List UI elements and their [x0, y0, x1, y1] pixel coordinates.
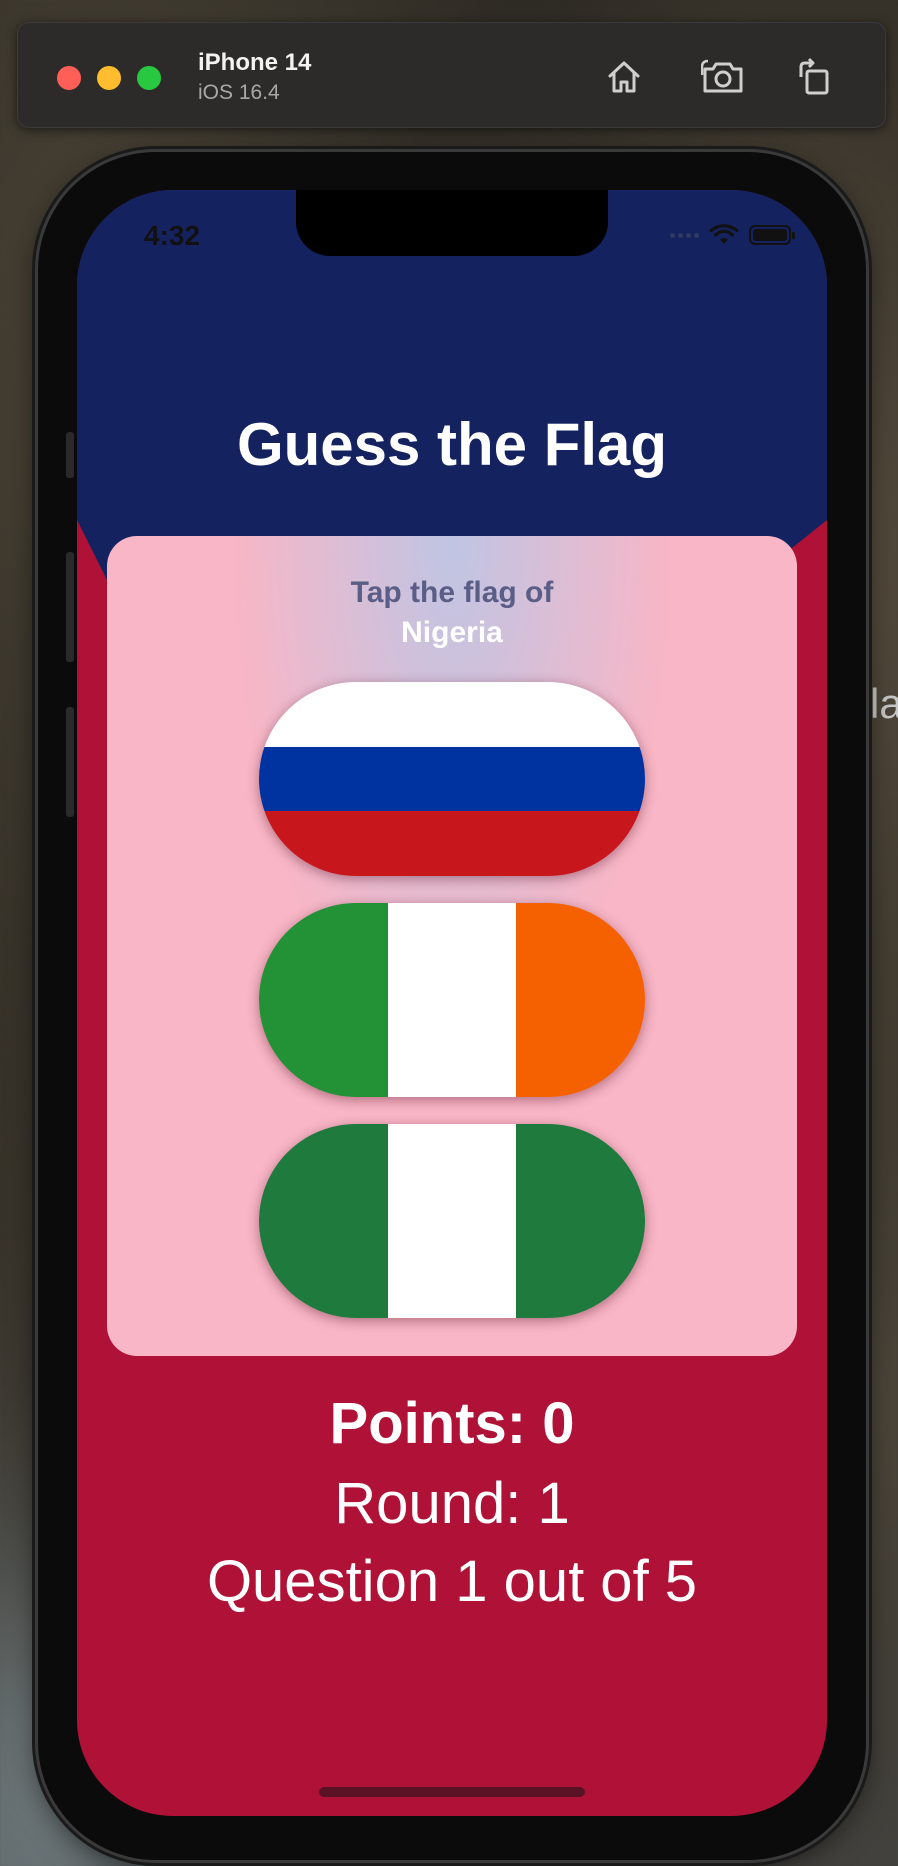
phone-screen: 4:32 Guess the Flag Tap the flag of Nige…	[77, 190, 827, 1816]
points-label: Points: 0	[329, 1391, 575, 1456]
app-title: Guess the Flag	[236, 411, 668, 478]
flag-button-1[interactable]	[259, 682, 645, 876]
wifi-icon	[709, 224, 739, 244]
cellular-signal-icon	[670, 232, 699, 238]
prompt-country: Nigeria	[401, 616, 503, 649]
volume-down-button	[66, 707, 74, 817]
minimize-window-button[interactable]	[97, 66, 121, 90]
zoom-window-button[interactable]	[137, 66, 161, 90]
device-os-version: iOS 16.4	[198, 81, 280, 104]
silent-switch	[66, 432, 74, 478]
flag-stripe	[259, 1124, 388, 1318]
round-label: Round: 1	[334, 1471, 570, 1536]
device-name: iPhone 14	[198, 49, 312, 76]
flag-stripe	[516, 1124, 645, 1318]
flag-stripe	[259, 903, 388, 1097]
home-indicator[interactable]	[319, 1787, 585, 1797]
home-icon	[608, 61, 640, 93]
question-card: Tap the flag of Nigeria	[107, 536, 797, 1356]
status-time: 4:32	[144, 220, 201, 251]
home-button[interactable]	[600, 53, 648, 101]
device-notch	[296, 190, 608, 256]
status-icons	[670, 224, 795, 246]
screenshot-button[interactable]	[699, 53, 747, 101]
camera-icon	[701, 59, 743, 93]
flag-stripe	[259, 746, 645, 812]
close-window-button[interactable]	[57, 66, 81, 90]
flag-stripe	[259, 811, 645, 876]
volume-up-button	[66, 552, 74, 662]
flag-stripe	[387, 903, 517, 1097]
flag-stripe	[516, 903, 645, 1097]
simulator-toolbar: iPhone 14 iOS 16.4	[17, 22, 886, 128]
rotate-button[interactable]	[789, 53, 837, 101]
question-progress-label: Question 1 out of 5	[206, 1549, 698, 1614]
flag-button-3[interactable]	[259, 1124, 645, 1318]
flag-stripe	[259, 682, 645, 747]
battery-icon	[749, 225, 795, 245]
background-window-text: la	[870, 680, 898, 727]
rotate-icon	[799, 57, 829, 95]
flag-button-2[interactable]	[259, 903, 645, 1097]
prompt-subtitle: Tap the flag of	[350, 576, 554, 609]
flag-stripe	[387, 1124, 517, 1318]
